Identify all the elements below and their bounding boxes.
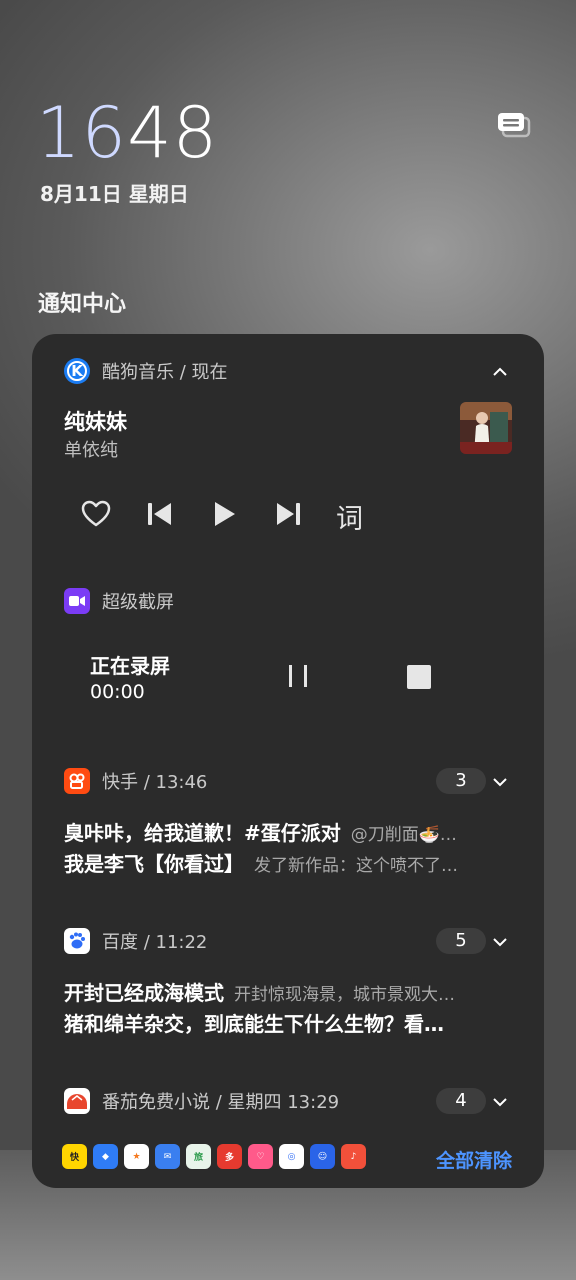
kugou-app-icon: K [64, 358, 90, 384]
tray-app-icon-5[interactable]: 旅 [186, 1144, 211, 1169]
tray-app-icon-8[interactable]: ◎ [279, 1144, 304, 1169]
lockscreen-clock: 1648 [36, 92, 218, 174]
album-art[interactable] [460, 402, 512, 454]
baidu-line-1[interactable]: 开封已经成海模式 开封惊现海景，城市景观大… [64, 977, 512, 1006]
collapse-chevron-up-icon[interactable] [492, 364, 508, 380]
recording-status: 正在录屏 [90, 654, 170, 678]
kuaishou-app-icon [64, 768, 90, 794]
baidu-expand-chevron-icon[interactable] [492, 934, 508, 950]
lockscreen-date: 8月11日 星期日 [40, 182, 189, 206]
video-camera-icon [64, 588, 90, 614]
baidu-count-badge[interactable]: 5 [436, 928, 486, 954]
kuaishou-expand-chevron-icon[interactable] [492, 774, 508, 790]
notification-center-title: 通知中心 [38, 292, 127, 317]
recorder-notification-header[interactable]: 超级截屏 [64, 588, 174, 614]
tray-app-icon-3[interactable]: ★ [124, 1144, 149, 1169]
tray-app-icon-2[interactable]: ◆ [93, 1144, 118, 1169]
baidu-app-meta: 百度 / 11:22 [102, 932, 208, 953]
kuaishou-app-meta: 快手 / 13:46 [102, 772, 208, 793]
baidu-notification-header[interactable]: 百度 / 11:22 [64, 928, 207, 954]
tray-app-icon-7[interactable]: ♡ [248, 1144, 273, 1169]
baidu-line-2[interactable]: 猪和绵羊杂交，到底能生下什么生物？看… [64, 1008, 512, 1037]
stop-icon[interactable] [406, 664, 432, 690]
baidu-paw-icon [64, 928, 90, 954]
clock-hour: 16 [36, 92, 128, 174]
play-icon[interactable] [208, 498, 240, 530]
music-notification-header[interactable]: K 酷狗音乐 / 现在 [64, 358, 228, 384]
song-artist: 单依纯 [64, 440, 118, 461]
fanqie-tomato-icon [64, 1088, 90, 1114]
lyrics-button[interactable]: 词 [336, 497, 363, 536]
fanqie-notification-header[interactable]: 番茄免费小说 / 星期四 13:29 [64, 1088, 339, 1114]
next-track-icon[interactable] [272, 498, 304, 530]
notification-view-toggle-icon[interactable] [496, 110, 532, 142]
fanqie-app-meta: 番茄免费小说 / 星期四 13:29 [102, 1092, 340, 1113]
clear-all-button[interactable]: 全部清除 [436, 1146, 512, 1173]
music-app-meta: 酷狗音乐 / 现在 [102, 362, 228, 383]
tray-app-icon-6[interactable]: 多 [217, 1144, 242, 1169]
recording-time: 00:00 [90, 681, 145, 703]
song-title: 纯妹妹 [64, 410, 127, 434]
fanqie-expand-chevron-icon[interactable] [492, 1094, 508, 1110]
kuaishou-line-2[interactable]: 我是李飞【你看过】 发了新作品：这个喷不了… [64, 848, 512, 877]
kuaishou-notification-header[interactable]: 快手 / 13:46 [64, 768, 207, 794]
notification-panel: K 酷狗音乐 / 现在 纯妹妹 单依纯 词 超级截屏 正在录屏 00:00 快手… [32, 334, 544, 1188]
favorite-heart-icon[interactable] [80, 498, 112, 530]
clock-minute: 48 [127, 92, 219, 174]
fanqie-count-badge[interactable]: 4 [436, 1088, 486, 1114]
pause-icon[interactable] [284, 662, 312, 690]
recorder-app-meta: 超级截屏 [102, 592, 174, 613]
previous-track-icon[interactable] [144, 498, 176, 530]
tray-app-icon-1[interactable]: 快 [62, 1144, 87, 1169]
tray-app-icon-9[interactable]: ☺ [310, 1144, 335, 1169]
kuaishou-line-1[interactable]: 臭咔咔，给我道歉！#蛋仔派对 @刀削面🍜… [64, 817, 512, 846]
kuaishou-count-badge[interactable]: 3 [436, 768, 486, 794]
collapsed-apps-tray: 快 ◆ ★ ✉ 旅 多 ♡ ◎ ☺ ♪ [62, 1144, 366, 1169]
tray-app-icon-10[interactable]: ♪ [341, 1144, 366, 1169]
tray-app-icon-4[interactable]: ✉ [155, 1144, 180, 1169]
